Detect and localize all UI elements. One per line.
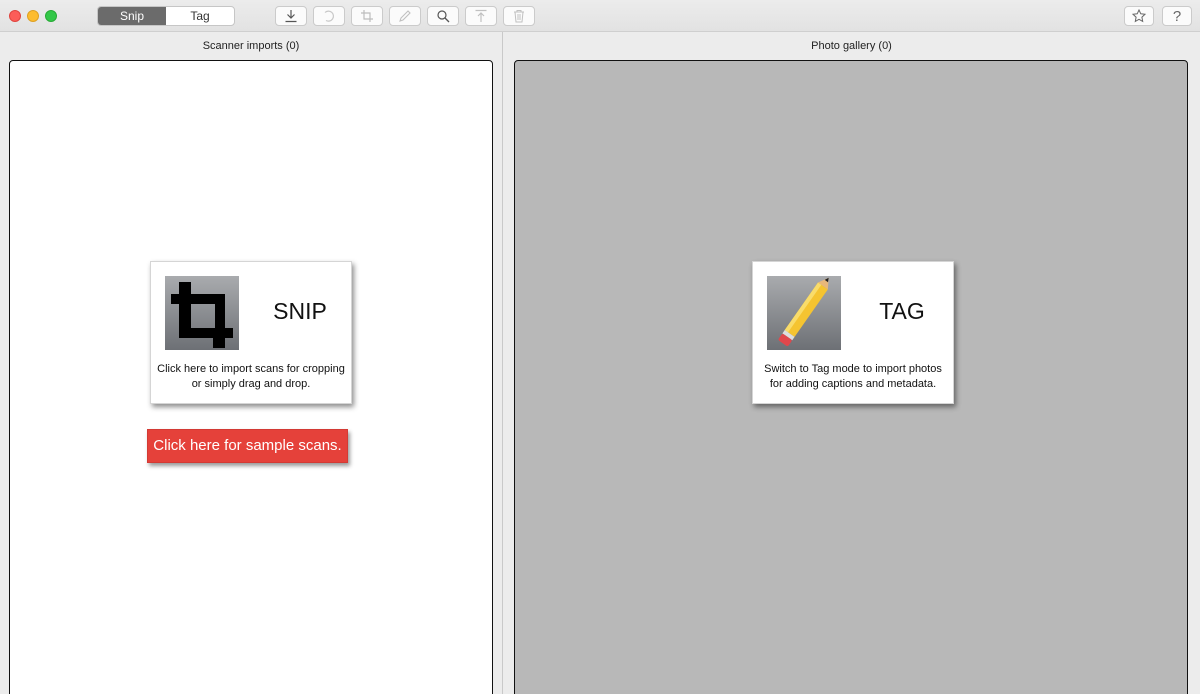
snip-description: Click here to import scans for cropping … [151,362,351,392]
minimize-window-button[interactable] [27,10,39,22]
trash-icon [514,10,524,23]
tag-description-line2: for adding captions and metadata. [769,378,937,390]
panel-divider[interactable] [502,32,503,694]
upload-icon [475,9,487,22]
pencil-icon [767,276,841,350]
zoom-button[interactable] [427,6,459,26]
photo-gallery-header: Photo gallery (0) [811,40,892,52]
delete-button[interactable] [503,6,535,26]
snip-title: SNIP [273,298,327,324]
maximize-window-button[interactable] [45,10,57,22]
tag-title: TAG [879,298,925,324]
rotate-button[interactable] [313,6,345,26]
mode-snip-tab[interactable]: Snip [98,7,166,25]
snip-import-card[interactable]: SNIP Click here to import scans for crop… [150,261,352,404]
tag-mode-card[interactable]: TAG Switch to Tag mode to import photos … [752,261,954,404]
scanner-imports-header: Scanner imports (0) [202,40,300,52]
edit-button[interactable] [389,6,421,26]
search-icon [437,10,450,23]
mode-switch: Snip Tag [97,6,235,26]
title-bar: Snip Tag ? [0,0,1200,32]
tag-description-line1: Switch to Tag mode to import photos [764,363,942,375]
import-button[interactable] [275,6,307,26]
crop-button[interactable] [351,6,383,26]
star-icon [1132,9,1146,23]
snip-description-line2: or simply drag and drop. [191,378,311,390]
help-button[interactable]: ? [1162,6,1192,26]
crop-icon [361,10,373,22]
rotate-icon [324,10,334,22]
close-window-button[interactable] [9,10,21,22]
tag-description: Switch to Tag mode to import photos for … [753,362,953,392]
crop-icon [165,276,239,350]
download-icon [285,10,297,23]
favorite-button[interactable] [1124,6,1154,26]
pencil-icon [399,10,411,22]
help-icon: ? [1172,7,1182,25]
sample-scans-button[interactable]: Click here for sample scans. [147,429,348,463]
mode-tag-tab[interactable]: Tag [166,7,234,25]
export-button[interactable] [465,6,497,26]
snip-description-line1: Click here to import scans for cropping [157,363,345,375]
